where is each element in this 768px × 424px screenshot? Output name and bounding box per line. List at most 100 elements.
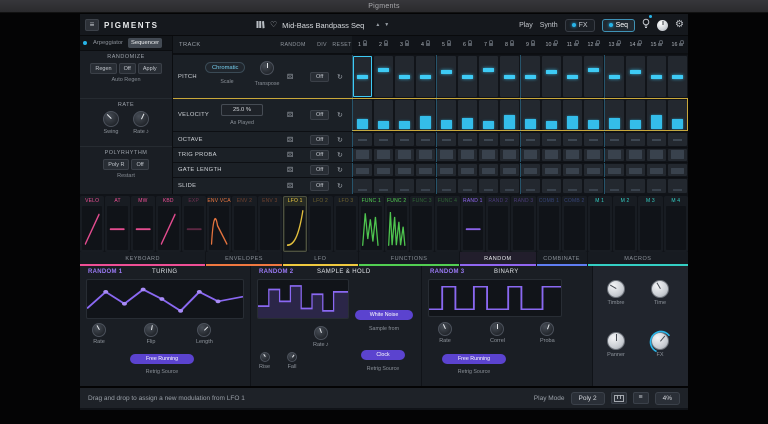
step-header-16[interactable]: 16 [667, 36, 688, 53]
seq-cell-slide-3[interactable] [395, 179, 414, 193]
window-titlebar[interactable]: Pigments [0, 0, 768, 13]
seq-cell-trig-proba-10[interactable] [542, 149, 561, 161]
master-volume-knob[interactable] [657, 19, 669, 31]
seq-cell-velocity-9[interactable] [519, 99, 540, 131]
panner-macro-knob[interactable] [607, 332, 625, 350]
step-header-3[interactable]: 3 [394, 36, 415, 53]
seq-cell-velocity-10[interactable] [542, 100, 561, 130]
seq-cell-octave-16[interactable] [668, 133, 687, 146]
tab-sequencer[interactable]: Sequencer [127, 38, 163, 48]
seq-cell-pitch-12[interactable] [584, 56, 603, 97]
mod-slot-m-2[interactable]: M 2 [612, 196, 638, 252]
octave-div-off-button[interactable]: Off [310, 134, 330, 145]
seq-cell-velocity-13[interactable] [603, 99, 624, 131]
seq-cell-gate-length-3[interactable] [395, 164, 414, 176]
macro-menu-button[interactable]: ≡ [632, 392, 649, 404]
random3-rate-knob[interactable] [438, 322, 452, 336]
seq-cell-velocity-12[interactable] [584, 100, 603, 130]
random1-retrig-source-label[interactable]: Retrig Source [130, 369, 194, 375]
seq-cell-gate-length-4[interactable] [416, 164, 435, 176]
random1-flip-knob[interactable] [144, 323, 158, 337]
seq-cell-trig-proba-8[interactable] [500, 149, 519, 161]
slide-div-off-button[interactable]: Off [310, 181, 330, 191]
velocity-reset-icon[interactable]: ↻ [337, 111, 343, 119]
seq-cell-velocity-15[interactable] [647, 100, 666, 130]
seq-cell-octave-4[interactable] [416, 133, 435, 146]
trig-proba-dice-icon[interactable]: ⚄ [287, 151, 293, 159]
mod-slot-func-2[interactable]: FUNC 2 [384, 196, 409, 252]
seq-cell-pitch-9[interactable] [519, 55, 540, 98]
seq-cell-trig-proba-15[interactable] [647, 149, 666, 161]
step-header-9[interactable]: 9 [520, 36, 541, 53]
correl-knob[interactable] [490, 322, 505, 336]
seq-cell-velocity-5[interactable] [435, 99, 456, 131]
seq-cell-trig-proba-6[interactable] [458, 149, 477, 161]
seq-cell-slide-9[interactable] [519, 178, 540, 194]
seq-cell-octave-6[interactable] [458, 133, 477, 146]
mod-group-keyboard[interactable]: KEYBOARD [80, 252, 206, 266]
step-header-15[interactable]: 15 [646, 36, 667, 53]
step-lock-icon[interactable] [383, 40, 389, 47]
seq-cell-trig-proba-13[interactable] [603, 148, 624, 162]
fx-macro-knob[interactable] [649, 330, 673, 354]
seq-cell-pitch-8[interactable] [500, 56, 519, 97]
mod-slot-rand-3[interactable]: RAND 3 [511, 196, 536, 252]
mod-slot-m-4[interactable]: M 4 [663, 196, 688, 252]
slide-dice-icon[interactable]: ⚄ [287, 182, 293, 190]
clock-button[interactable]: Clock [361, 350, 405, 360]
seq-cell-octave-5[interactable] [435, 132, 456, 147]
step-lock-icon[interactable] [446, 40, 452, 47]
fall-knob[interactable] [287, 352, 297, 362]
mod-group-lfo[interactable]: LFO [282, 252, 358, 266]
velocity-dice-icon[interactable]: ⚄ [287, 111, 293, 119]
seq-cell-octave-14[interactable] [626, 133, 645, 146]
tab-fx[interactable]: FX [564, 18, 595, 32]
step-lock-icon[interactable] [658, 40, 663, 47]
seq-cell-trig-proba-2[interactable] [374, 149, 393, 161]
velocity-value-field[interactable]: 25.0 % [221, 104, 263, 116]
seq-cell-octave-9[interactable] [519, 132, 540, 147]
settings-gear-icon[interactable]: ⚙ [675, 19, 684, 31]
seq-cell-octave-8[interactable] [500, 133, 519, 146]
random2-mode-select[interactable]: SAMPLE & HOLD [317, 269, 371, 275]
favorite-heart-icon[interactable]: ♡ [270, 20, 277, 30]
seq-cell-velocity-2[interactable] [374, 100, 393, 130]
octave-reset-icon[interactable]: ↻ [337, 136, 343, 144]
step-header-5[interactable]: 5 [436, 36, 457, 53]
random1-waveform-display[interactable] [86, 279, 244, 319]
seq-cell-trig-proba-14[interactable] [626, 149, 645, 161]
preset-next-icon[interactable]: ▼ [384, 22, 389, 28]
preset-name[interactable]: Mid-Bass Bandpass Seq [282, 21, 364, 30]
seq-cell-velocity-7[interactable] [479, 100, 498, 130]
white-noise-button[interactable]: White Noise [355, 310, 413, 320]
rise-knob[interactable] [259, 352, 270, 362]
mod-group-random[interactable]: RANDOM [460, 252, 536, 266]
seq-cell-velocity-3[interactable] [395, 100, 414, 130]
seq-cell-pitch-2[interactable] [374, 56, 393, 97]
randomize-off-toggle[interactable]: Off [118, 63, 136, 74]
seq-cell-slide-16[interactable] [668, 179, 687, 193]
seq-cell-slide-13[interactable] [603, 178, 624, 194]
random3-retrig-source-label[interactable]: Retrig Source [442, 369, 506, 375]
tab-synth[interactable]: Synth [540, 22, 558, 29]
time-macro-knob[interactable] [651, 280, 669, 298]
seq-cell-velocity-4[interactable] [416, 100, 435, 130]
step-header-12[interactable]: 12 [583, 36, 604, 53]
step-header-7[interactable]: 7 [478, 36, 499, 53]
seq-cell-trig-proba-16[interactable] [668, 149, 687, 161]
random2-waveform-display[interactable] [257, 279, 349, 319]
mod-slot-mw[interactable]: MW [130, 196, 156, 252]
seq-cell-gate-length-1[interactable] [351, 163, 372, 177]
seq-cell-gate-length-7[interactable] [479, 164, 498, 176]
seq-cell-pitch-15[interactable] [647, 56, 666, 97]
transpose-knob[interactable] [260, 61, 274, 75]
gate-length-dice-icon[interactable]: ⚄ [287, 166, 293, 174]
seq-cell-gate-length-16[interactable] [668, 164, 687, 176]
seq-cell-slide-1[interactable] [351, 178, 372, 194]
step-lock-icon[interactable] [616, 40, 621, 47]
seq-cell-velocity-6[interactable] [458, 100, 477, 130]
mod-slot-env-3[interactable]: ENV 3 [257, 196, 282, 252]
sync-note-icon[interactable]: ♪ [146, 129, 149, 135]
mod-group-combinate[interactable]: COMBINATE [536, 252, 587, 266]
random1-length-knob[interactable] [197, 323, 212, 337]
